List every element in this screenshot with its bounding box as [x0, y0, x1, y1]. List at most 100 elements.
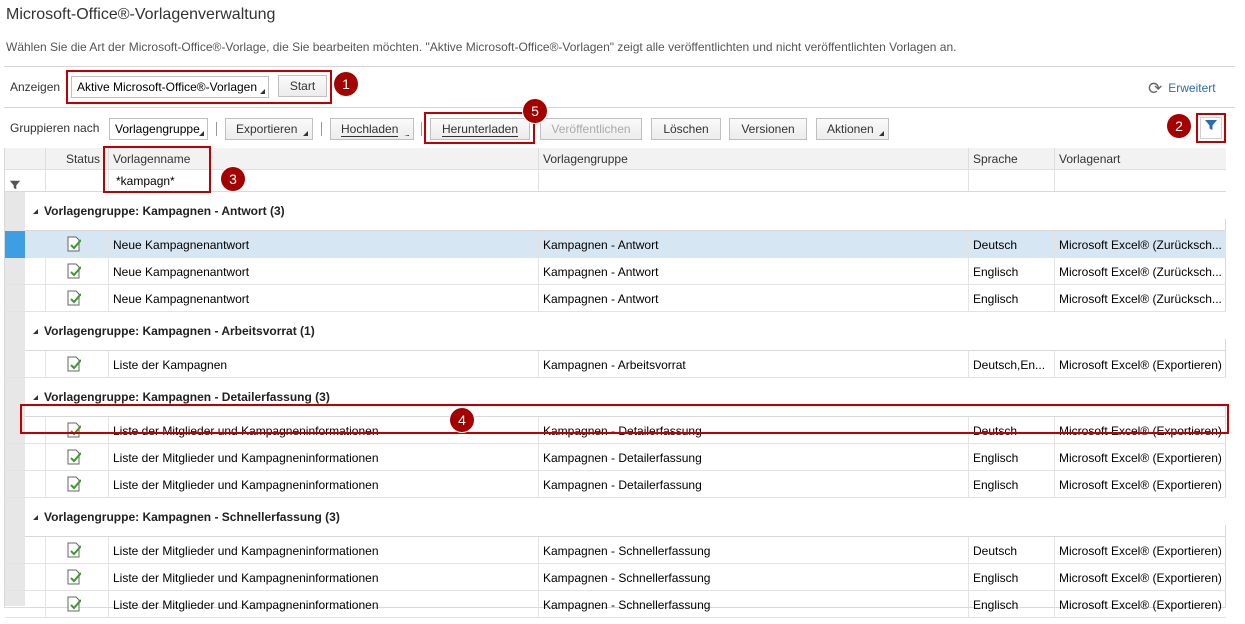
- row-selector[interactable]: [5, 471, 25, 498]
- cell-template-name[interactable]: Liste der Mitglieder und Kampagneninform…: [108, 471, 538, 497]
- group-header[interactable]: Vorlagengruppe: Kampagnen - Detailerfass…: [25, 378, 1226, 405]
- row-selector[interactable]: [5, 444, 25, 471]
- divider: [4, 107, 1235, 108]
- cell-template-type: Microsoft Excel® (Exportieren): [1054, 444, 1226, 470]
- publish-button[interactable]: Veröffentlichen: [540, 118, 642, 140]
- group-header[interactable]: Vorlagengruppe: Kampagnen - Schnellerfas…: [25, 498, 1226, 525]
- upload-button[interactable]: Hochladen: [330, 118, 414, 140]
- cell-template-type: Microsoft Excel® (Zurücksch...: [1054, 285, 1226, 311]
- filter-group-input[interactable]: [538, 170, 968, 191]
- cell-template-name[interactable]: Liste der Mitglieder und Kampagneninform…: [108, 444, 538, 470]
- row-selector[interactable]: [5, 351, 25, 378]
- cell-template-type: Microsoft Excel® (Zurücksch...: [1054, 258, 1226, 284]
- column-header-language[interactable]: Sprache: [968, 148, 1054, 169]
- table-row[interactable]: Liste der Mitglieder und Kampagneninform…: [5, 537, 1226, 564]
- cell-template-name[interactable]: Neue Kampagnenantwort: [108, 285, 538, 311]
- templates-table: Status Vorlagenname Vorlagengruppe Sprac…: [4, 148, 1226, 618]
- group-by-label: Gruppieren nach: [10, 121, 100, 135]
- cell-template-type: Microsoft Excel® (Exportieren): [1054, 564, 1226, 590]
- cell-template-group: Kampagnen - Detailerfassung: [538, 471, 968, 497]
- row-selector[interactable]: [5, 231, 25, 258]
- cell-template-name[interactable]: Liste der Kampagnen: [108, 351, 538, 377]
- group-by-select[interactable]: Vorlagengruppe: [109, 118, 208, 140]
- table-row[interactable]: Liste der Mitglieder und Kampagneninform…: [5, 564, 1226, 591]
- table-row[interactable]: Neue Kampagnenantwort Kampagnen - Antwort…: [5, 258, 1226, 285]
- group-header[interactable]: Vorlagengruppe: Kampagnen - Antwort (3): [25, 192, 1226, 219]
- column-header-status[interactable]: Status: [45, 148, 108, 169]
- row-selector[interactable]: [5, 591, 25, 618]
- collapse-triangle-icon[interactable]: [33, 209, 38, 214]
- group-header-label: Vorlagengruppe: Kampagnen - Antwort (3): [44, 204, 285, 218]
- chevron-down-icon: [303, 131, 308, 136]
- highlight-box-3: [103, 146, 211, 193]
- chevron-down-icon: [199, 131, 204, 136]
- cell-language: Englisch: [968, 258, 1054, 284]
- group-by-value: Vorlagengruppe: [115, 122, 200, 136]
- cell-template-group: Kampagnen - Antwort: [538, 231, 968, 257]
- cell-language: Englisch: [968, 591, 1054, 617]
- export-button[interactable]: Exportieren: [225, 118, 313, 140]
- group-header-label: Vorlagengruppe: Kampagnen - Detailerfass…: [44, 390, 330, 404]
- cell-template-group: Kampagnen - Schnellerfassung: [538, 564, 968, 590]
- document-check-icon: [67, 569, 81, 585]
- cell-template-group: Kampagnen - Arbeitsvorrat: [538, 351, 968, 377]
- header-spacer: [25, 148, 45, 169]
- versions-button[interactable]: Versionen: [729, 118, 807, 140]
- cell-template-name[interactable]: Liste der Mitglieder und Kampagneninform…: [108, 564, 538, 590]
- cell-template-name[interactable]: Liste der Mitglieder und Kampagneninform…: [108, 591, 538, 617]
- filter-language-input[interactable]: [968, 170, 1054, 191]
- table-row[interactable]: Liste der Mitglieder und Kampagneninform…: [5, 471, 1226, 498]
- cell-template-group: Kampagnen - Antwort: [538, 285, 968, 311]
- filter-status[interactable]: [45, 170, 108, 191]
- separator: [321, 122, 322, 136]
- filter-icon: [9, 179, 21, 194]
- group-header[interactable]: Vorlagengruppe: Kampagnen - Arbeitsvorra…: [25, 312, 1226, 339]
- cell-language: Deutsch: [968, 231, 1054, 257]
- row-selector[interactable]: [5, 564, 25, 591]
- cell-template-group: Kampagnen - Schnellerfassung: [538, 591, 968, 617]
- row-selector[interactable]: [5, 537, 25, 564]
- document-check-icon: [67, 476, 81, 492]
- table-row[interactable]: Neue Kampagnenantwort Kampagnen - Antwort…: [5, 231, 1226, 258]
- collapse-triangle-icon[interactable]: [33, 329, 38, 334]
- document-check-icon: [67, 356, 81, 372]
- highlight-box-2: [1196, 113, 1226, 143]
- actions-button[interactable]: Aktionen: [816, 118, 889, 140]
- cell-template-name[interactable]: Liste der Mitglieder und Kampagneninform…: [108, 537, 538, 563]
- cell-language: Englisch: [968, 471, 1054, 497]
- page-title: Microsoft-Office®-Vorlagenverwaltung: [6, 6, 276, 23]
- row-selector[interactable]: [5, 258, 25, 285]
- table-row[interactable]: Neue Kampagnenantwort Kampagnen - Antwort…: [5, 285, 1226, 312]
- export-label: Exportieren: [236, 122, 298, 136]
- divider: [4, 66, 1235, 67]
- column-header-type[interactable]: Vorlagenart: [1054, 148, 1226, 169]
- cell-template-type: Microsoft Excel® (Exportieren): [1054, 591, 1226, 617]
- group-header-label: Vorlagengruppe: Kampagnen - Arbeitsvorra…: [44, 324, 315, 338]
- cell-template-type: Microsoft Excel® (Exportieren): [1054, 471, 1226, 497]
- highlight-box-5: [424, 112, 535, 144]
- collapse-triangle-icon[interactable]: [33, 515, 38, 520]
- cell-template-group: Kampagnen - Schnellerfassung: [538, 537, 968, 563]
- upload-label: Hochladen: [341, 122, 399, 137]
- table-row[interactable]: Liste der Mitglieder und Kampagneninform…: [5, 444, 1226, 471]
- collapse-triangle-icon[interactable]: [33, 395, 38, 400]
- chevron-down-icon: [404, 135, 409, 136]
- table-row[interactable]: Liste der Mitglieder und Kampagneninform…: [5, 591, 1226, 618]
- table-row[interactable]: Liste der Kampagnen Kampagnen - Arbeitsvo…: [5, 351, 1226, 378]
- document-check-icon: [67, 290, 81, 306]
- advanced-link[interactable]: ⟳ Erweitert: [1148, 79, 1216, 99]
- delete-button[interactable]: Löschen: [651, 118, 721, 140]
- document-check-icon: [67, 236, 81, 252]
- document-check-icon: [67, 263, 81, 279]
- filter-type-input[interactable]: [1054, 170, 1226, 191]
- cell-template-type: Microsoft Excel® (Exportieren): [1054, 537, 1226, 563]
- row-selector[interactable]: [5, 285, 25, 312]
- badge-1: 1: [334, 72, 358, 96]
- cell-template-name[interactable]: Neue Kampagnenantwort: [108, 231, 538, 257]
- highlight-box-1: [66, 70, 332, 104]
- column-header-group[interactable]: Vorlagengruppe: [538, 148, 968, 169]
- highlight-box-4: [20, 404, 1229, 434]
- document-check-icon: [67, 596, 81, 612]
- badge-4: 4: [450, 408, 474, 432]
- cell-template-name[interactable]: Neue Kampagnenantwort: [108, 258, 538, 284]
